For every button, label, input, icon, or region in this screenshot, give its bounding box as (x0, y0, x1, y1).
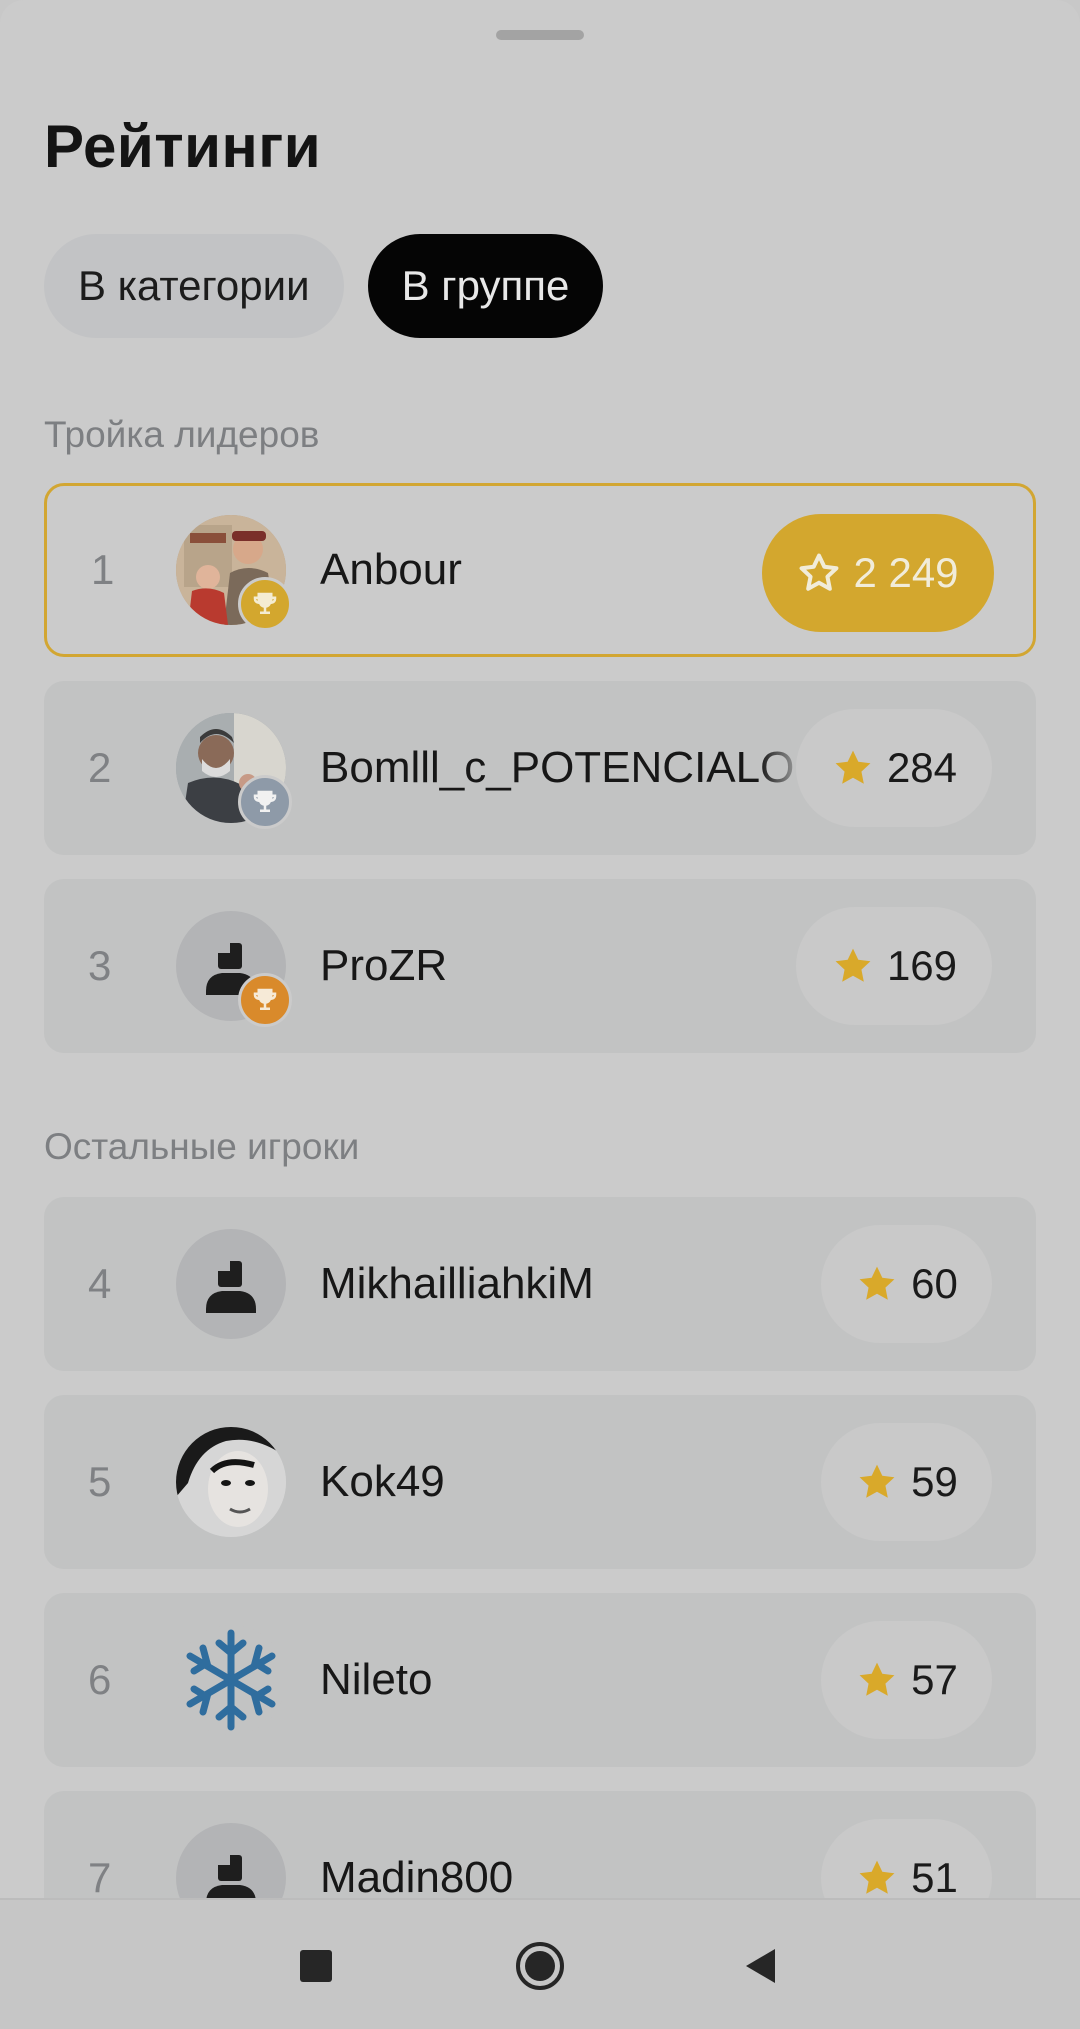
leaders-section-label: Тройка лидеров (44, 414, 320, 455)
list-item[interactable]: 6 Nileto 57 (44, 1593, 1036, 1767)
player-name: Anbour (320, 545, 462, 594)
star-icon (859, 1464, 895, 1498)
avatar (176, 911, 292, 1027)
tab-bar: В категории В группе (44, 234, 604, 338)
player-name: Bomlll_c_POTENCIALO (320, 743, 795, 792)
star-icon (859, 1662, 895, 1696)
others-section-label: Остальные игроки (44, 1126, 360, 1167)
trophy-bronze-icon (238, 973, 292, 1027)
avatar (176, 515, 292, 631)
back-button[interactable] (700, 1900, 820, 2029)
system-navigation-bar (0, 1898, 1080, 2029)
avatar (176, 713, 292, 829)
score-badge: 169 (796, 907, 992, 1025)
home-icon (516, 1941, 564, 1990)
rank-number: 6 (88, 1656, 112, 1703)
rank-number: 4 (88, 1260, 112, 1307)
avatar (176, 1229, 286, 1339)
score-value: 284 (886, 744, 958, 791)
list-item[interactable]: 5 Kok49 59 (44, 1395, 1036, 1569)
score-value: 59 (911, 1458, 958, 1505)
rank-number: 2 (88, 744, 112, 791)
page-title: Рейтинги (44, 113, 322, 180)
player-name: Nileto (320, 1655, 433, 1704)
list-item[interactable]: 2 Bomlll_c_POTENCIALO 284 (44, 681, 1036, 855)
snowflake-icon (186, 1629, 276, 1731)
score-value: 51 (911, 1854, 958, 1901)
score-badge: 2 249 (762, 514, 994, 632)
player-name: Kok49 (320, 1457, 445, 1506)
star-icon (859, 1266, 895, 1300)
star-icon (835, 948, 871, 982)
default-user-icon (206, 1261, 256, 1313)
sheet-drag-handle[interactable] (496, 30, 584, 40)
score-value: 2 249 (853, 549, 959, 596)
star-icon (800, 553, 839, 591)
avatar (176, 1625, 286, 1735)
score-badge: 59 (821, 1423, 992, 1541)
star-icon (835, 750, 871, 784)
tab-in-category[interactable]: В категории (44, 234, 344, 338)
score-badge: 284 (796, 709, 992, 827)
player-name: ProZR (320, 941, 448, 990)
recents-icon (300, 1949, 332, 1982)
trophy-gold-icon (238, 577, 292, 631)
back-icon (746, 1948, 775, 1983)
score-badge: 57 (821, 1621, 992, 1739)
score-badge: 60 (821, 1225, 992, 1343)
list-item[interactable]: 3 ProZR 169 (44, 879, 1036, 1053)
rank-number: 5 (88, 1458, 112, 1505)
score-value: 169 (886, 942, 958, 989)
rank-number: 3 (88, 942, 112, 989)
ratings-sheet: Рейтинги В категории В группе Тройка лид… (0, 0, 1080, 2029)
score-value: 60 (911, 1260, 958, 1307)
tab-in-group[interactable]: В группе (367, 234, 604, 338)
player-name: MikhailliahkiM (320, 1259, 594, 1308)
avatar (176, 1427, 286, 1537)
home-button[interactable] (480, 1900, 600, 2029)
rank-number: 1 (91, 546, 115, 593)
recents-button[interactable] (256, 1900, 376, 2029)
list-item[interactable]: 1 Anbour 2 249 (44, 483, 1036, 657)
list-item[interactable]: 4 MikhailliahkiM 60 (44, 1197, 1036, 1371)
star-icon (859, 1860, 895, 1894)
trophy-silver-icon (238, 775, 292, 829)
score-value: 57 (911, 1656, 958, 1703)
